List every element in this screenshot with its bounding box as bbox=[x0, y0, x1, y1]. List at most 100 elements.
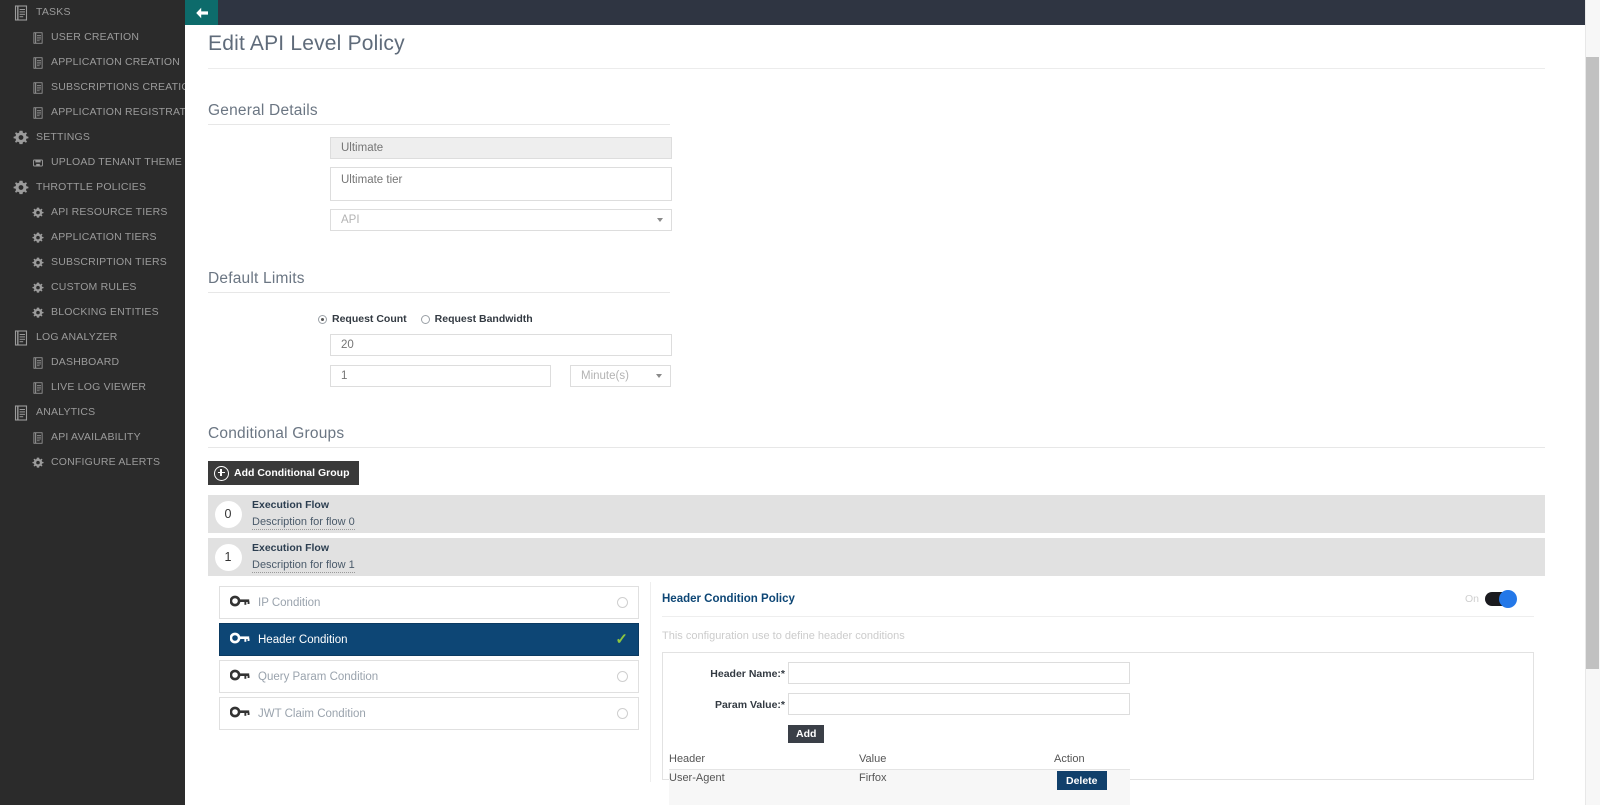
check-icon[interactable]: ✓ bbox=[615, 632, 628, 647]
document-icon bbox=[32, 106, 44, 119]
gear-icon bbox=[32, 282, 44, 294]
policy-enabled-toggle[interactable] bbox=[1485, 590, 1517, 608]
radio-request-count[interactable]: Request Count bbox=[318, 313, 407, 325]
gear-icon bbox=[13, 130, 29, 146]
sidebar-item-dashboard[interactable]: DASHBOARD bbox=[0, 350, 185, 375]
header-name-input[interactable] bbox=[788, 662, 1130, 684]
sidebar: TASKS USER CREATION APPLICATION CREATION SU… bbox=[0, 0, 185, 805]
sidebar-item-label: SETTINGS bbox=[36, 131, 91, 144]
sidebar-item-label: ANALYTICS bbox=[36, 406, 96, 419]
gear-icon bbox=[32, 257, 44, 269]
tier-description-textarea[interactable] bbox=[330, 167, 672, 201]
delete-header-button[interactable]: Delete bbox=[1057, 771, 1107, 790]
limit-type-radio-group: Request Count Request Bandwidth bbox=[318, 313, 533, 325]
radio-unchecked-icon[interactable] bbox=[617, 597, 628, 608]
key-icon bbox=[229, 668, 254, 686]
sidebar-item-custom-rules[interactable]: CUSTOM RULES bbox=[0, 275, 185, 300]
key-icon bbox=[229, 594, 254, 612]
tier-name-input[interactable] bbox=[330, 137, 672, 159]
unit-time-select[interactable]: Minute(s) bbox=[570, 365, 671, 387]
table-column-action: Action bbox=[1054, 753, 1085, 765]
condition-item-label: Header Condition bbox=[258, 633, 348, 646]
radio-unchecked-icon[interactable] bbox=[617, 671, 628, 682]
header-table-head: Header Value Action bbox=[669, 753, 1130, 767]
sidebar-item-subscriptions-creation[interactable]: SUBSCRIPTIONS CREATION bbox=[0, 75, 185, 100]
sidebar-item-log-analyzer[interactable]: LOG ANALYZER bbox=[0, 325, 185, 350]
table-cell-value: Firfox bbox=[859, 772, 887, 784]
flow-description[interactable]: Description for flow 0 bbox=[252, 515, 355, 530]
sidebar-item-upload-tenant-theme[interactable]: UPLOAD TENANT THEME bbox=[0, 150, 185, 175]
param-value-input[interactable] bbox=[788, 693, 1130, 715]
condition-item-label: JWT Claim Condition bbox=[258, 707, 366, 720]
sidebar-item-label: APPLICATION TIERS bbox=[51, 231, 157, 244]
document-icon bbox=[32, 31, 44, 44]
document-icon bbox=[13, 4, 29, 21]
sidebar-item-label: CONFIGURE ALERTS bbox=[51, 456, 161, 469]
sidebar-item-settings[interactable]: SETTINGS bbox=[0, 125, 185, 150]
condition-item-ip[interactable]: IP Condition bbox=[219, 586, 639, 619]
execution-flow-row-0[interactable]: 0 Execution Flow Description for flow 0 bbox=[208, 495, 1545, 533]
key-icon bbox=[229, 705, 254, 723]
sidebar-item-tasks[interactable]: TASKS bbox=[0, 0, 185, 25]
radio-icon bbox=[420, 314, 430, 324]
default-limits-heading: Default Limits bbox=[208, 270, 305, 287]
policy-toggle-group: On bbox=[1465, 590, 1517, 608]
sidebar-item-live-log-viewer[interactable]: LIVE LOG VIEWER bbox=[0, 375, 185, 400]
sidebar-item-label: APPLICATION REGISTRATION bbox=[51, 106, 185, 119]
sidebar-item-label: TASKS bbox=[36, 6, 71, 19]
radio-unchecked-icon[interactable] bbox=[617, 708, 628, 719]
flow-text: Execution Flow Description for flow 0 bbox=[248, 499, 355, 530]
policy-divider bbox=[662, 616, 1534, 617]
sidebar-item-user-creation[interactable]: USER CREATION bbox=[0, 25, 185, 50]
document-icon bbox=[32, 56, 44, 69]
request-count-input[interactable] bbox=[330, 334, 672, 356]
vertical-scrollbar-track[interactable] bbox=[1585, 0, 1600, 805]
sidebar-item-blocking-entities[interactable]: BLOCKING ENTITIES bbox=[0, 300, 185, 325]
sidebar-item-application-creation[interactable]: APPLICATION CREATION bbox=[0, 50, 185, 75]
sidebar-item-analytics[interactable]: ANALYTICS bbox=[0, 400, 185, 425]
gear-icon bbox=[32, 207, 44, 219]
add-header-button[interactable]: Add bbox=[788, 725, 825, 743]
sidebar-item-label: UPLOAD TENANT THEME bbox=[51, 156, 182, 169]
gear-icon bbox=[32, 307, 44, 319]
default-limits-divider bbox=[208, 292, 670, 293]
key-icon bbox=[229, 631, 254, 649]
conditional-groups-heading: Conditional Groups bbox=[208, 425, 345, 442]
sidebar-item-api-resource-tiers[interactable]: API RESOURCE TIERS bbox=[0, 200, 185, 225]
title-divider bbox=[208, 68, 1545, 69]
sidebar-item-api-availability[interactable]: API AVAILABILITY bbox=[0, 425, 185, 450]
unit-time-input[interactable] bbox=[330, 365, 551, 387]
upload-icon bbox=[32, 157, 44, 169]
document-icon bbox=[13, 329, 29, 346]
sidebar-item-label: LIVE LOG VIEWER bbox=[51, 381, 147, 394]
condition-item-header[interactable]: Header Condition ✓ bbox=[219, 623, 639, 656]
sidebar-item-subscription-tiers[interactable]: SUBSCRIPTION TIERS bbox=[0, 250, 185, 275]
param-value-label: Param Value:* bbox=[714, 699, 785, 711]
sidebar-item-label: APPLICATION CREATION bbox=[51, 56, 181, 69]
condition-item-jwt-claim[interactable]: JWT Claim Condition bbox=[219, 697, 639, 730]
flow-index-badge: 0 bbox=[208, 495, 248, 533]
level-select[interactable]: API bbox=[330, 209, 672, 231]
sidebar-item-throttle-policies[interactable]: THROTTLE POLICIES bbox=[0, 175, 185, 200]
chevron-down-icon bbox=[657, 218, 663, 222]
vertical-scrollbar-thumb[interactable] bbox=[1586, 57, 1599, 669]
header-name-label: Header Name:* bbox=[710, 668, 785, 680]
document-icon bbox=[13, 404, 29, 421]
add-conditional-group-button[interactable]: Add Conditional Group bbox=[208, 461, 360, 485]
flow-name: Execution Flow bbox=[252, 498, 330, 511]
sidebar-item-label: SUBSCRIPTION TIERS bbox=[51, 256, 168, 269]
sidebar-item-label: BLOCKING ENTITIES bbox=[51, 306, 159, 319]
condition-item-query-param[interactable]: Query Param Condition bbox=[219, 660, 639, 693]
back-button[interactable] bbox=[185, 0, 218, 25]
execution-flow-row-1[interactable]: 1 Execution Flow Description for flow 1 bbox=[208, 538, 1545, 576]
sidebar-item-application-tiers[interactable]: APPLICATION TIERS bbox=[0, 225, 185, 250]
toggle-knob bbox=[1499, 590, 1517, 608]
radio-request-bandwidth[interactable]: Request Bandwidth bbox=[420, 313, 533, 325]
condition-item-label: Query Param Condition bbox=[258, 670, 379, 683]
table-column-value: Value bbox=[859, 753, 887, 765]
sidebar-item-configure-alerts[interactable]: CONFIGURE ALERTS bbox=[0, 450, 185, 475]
conditional-groups-divider bbox=[208, 447, 1545, 448]
unit-time-select-value: Minute(s) bbox=[581, 370, 629, 382]
flow-description[interactable]: Description for flow 1 bbox=[252, 558, 355, 573]
sidebar-item-application-registration[interactable]: APPLICATION REGISTRATION bbox=[0, 100, 185, 125]
